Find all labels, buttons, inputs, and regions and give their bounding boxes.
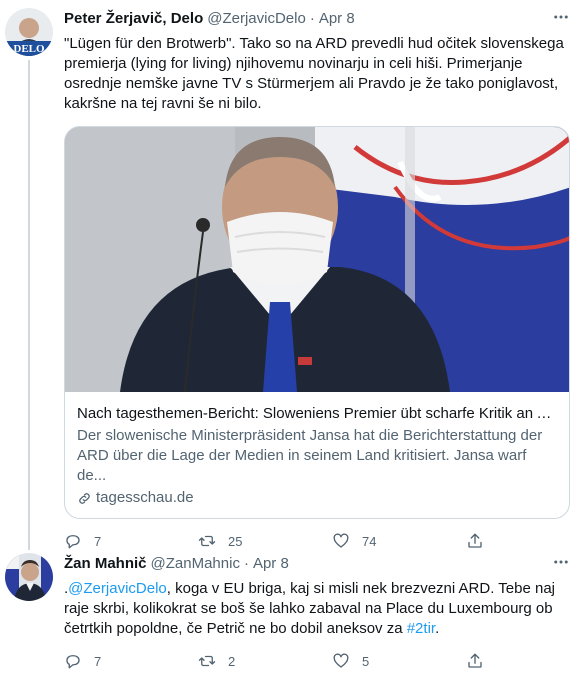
more-horizontal-icon[interactable] <box>552 8 570 31</box>
hashtag-link[interactable]: #2tir <box>407 620 435 637</box>
retweet-icon <box>198 655 216 667</box>
avatar-logo-text: DELO <box>13 43 45 55</box>
tweet-actions: 7 2 5 <box>64 651 570 671</box>
card-image <box>65 127 569 392</box>
text-suffix: . <box>435 620 440 637</box>
tweet-text: "Lügen für den Brotwerb". Tako so na ARD… <box>64 35 564 112</box>
author-handle[interactable]: @ZanMahnic <box>151 555 240 572</box>
link-icon <box>79 492 90 504</box>
reply-icon <box>66 655 80 669</box>
more-horizontal-icon[interactable] <box>552 553 570 576</box>
link-card[interactable]: Nach tagesthemen-Bericht: Sloweniens Pre… <box>64 126 570 519</box>
card-description: Der slowenische Ministerpräsident Jansa … <box>77 427 543 484</box>
separator-dot: · <box>309 10 315 27</box>
heart-icon <box>333 653 349 668</box>
reply-button[interactable]: 7 <box>64 652 198 670</box>
retweet-button[interactable]: 2 <box>198 652 332 670</box>
separator-dot: · <box>243 555 249 572</box>
card-domain[interactable]: tagesschau.de <box>77 488 557 508</box>
author-handle[interactable]: @ZerjavicDelo <box>207 10 306 27</box>
retweet-count: 2 <box>228 653 236 669</box>
tweet[interactable]: Žan Mahnič @ZanMahnic · Apr 8 . @Zerjavic… <box>0 545 585 679</box>
like-button[interactable]: 5 <box>332 652 466 670</box>
tweet-text: .@ZerjavicDelo, koga v EU briga, kaj si … <box>64 579 570 639</box>
mention-link[interactable]: @ZerjavicDelo <box>68 580 167 597</box>
tweet-header: Žan Mahnič @ZanMahnic · Apr 8 <box>64 555 570 575</box>
tweet-header: Peter Žerjavič, Delo @ZerjavicDelo · Apr… <box>64 10 570 30</box>
share-icon <box>468 653 482 668</box>
avatar[interactable] <box>5 553 53 601</box>
reply-count: 7 <box>94 653 102 669</box>
card-domain-text: tagesschau.de <box>96 489 194 506</box>
like-count: 5 <box>362 653 370 669</box>
thread-line <box>28 60 30 550</box>
timestamp[interactable]: Apr 8 <box>253 555 289 572</box>
timestamp[interactable]: Apr 8 <box>319 10 355 27</box>
tweet[interactable]: DELO Peter Žerjavič, Delo @ZerjavicDelo … <box>0 0 585 550</box>
share-button[interactable] <box>466 652 496 670</box>
card-title[interactable]: Nach tagesthemen-Bericht: Sloweniens Pre… <box>77 404 557 424</box>
author-name[interactable]: Peter Žerjavič, Delo <box>64 10 203 27</box>
author-name[interactable]: Žan Mahnič <box>64 555 147 572</box>
avatar[interactable]: DELO <box>5 8 53 56</box>
